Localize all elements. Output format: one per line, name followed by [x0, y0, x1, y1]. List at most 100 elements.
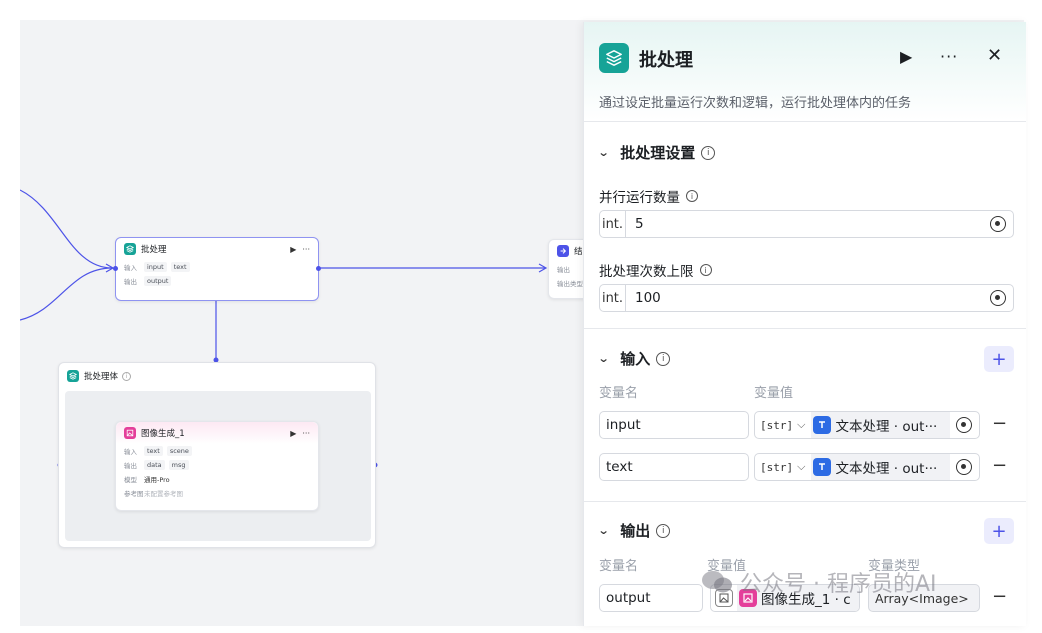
end-node-out-type-label: 输出类型 — [557, 280, 583, 288]
chevron-down-icon[interactable]: ⌄ — [598, 524, 610, 537]
outputs-section-header[interactable]: ⌄ 输出 i — [598, 520, 671, 541]
info-icon[interactable]: i — [686, 190, 698, 202]
output-var-name-field[interactable]: output — [599, 584, 703, 612]
col-var-type: 变量类型 — [868, 559, 921, 574]
parallel-count-value[interactable]: 5 — [626, 216, 990, 232]
input-chip: scene — [166, 446, 192, 456]
layers-icon — [599, 43, 629, 73]
input-var-name-field[interactable]: input — [599, 411, 749, 439]
source-ref: 图像生成_1 · c — [761, 592, 851, 608]
play-icon[interactable]: ▶ — [290, 245, 296, 254]
image-gen-node[interactable]: 图像生成_1 ▶ ··· 输入 text scene 输出 data msg 模… — [115, 421, 319, 511]
input-var-value-field[interactable]: [str] ⌵ 文本处理 · out··· — [754, 453, 980, 481]
variable-ref-icon[interactable] — [956, 417, 972, 433]
node-config-panel: 批处理 ▶ ··· ✕ 通过设定批量运行次数和逻辑，运行批处理体内的任务 ⌄ 批… — [583, 22, 1026, 626]
batch-node-header: 批处理 ▶ ··· — [116, 238, 318, 260]
col-var-name: 变量名 — [599, 386, 639, 401]
col-var-value: 变量值 — [707, 559, 747, 574]
layers-icon — [124, 243, 136, 255]
remove-input-button[interactable]: − — [992, 413, 1007, 434]
info-icon[interactable]: i — [656, 351, 671, 366]
variable-ref-icon[interactable] — [990, 216, 1006, 232]
info-icon[interactable]: i — [656, 523, 671, 538]
image-node-title: 图像生成_1 — [141, 429, 185, 439]
info-icon[interactable]: i — [122, 371, 132, 381]
end-node-out-label: 输出 — [557, 266, 570, 274]
batch-body-header: 批处理体 i — [59, 363, 375, 389]
output-chip: msg — [168, 460, 189, 470]
model-value: 通用-Pro — [144, 476, 170, 484]
parallel-count-label: 并行运行数量 i — [599, 186, 698, 206]
output-label: 输出 — [124, 462, 137, 470]
add-input-button[interactable]: + — [984, 346, 1014, 372]
remove-output-button[interactable]: − — [992, 586, 1007, 607]
more-icon[interactable]: ··· — [302, 245, 310, 254]
batch-node-title: 批处理 — [141, 245, 167, 255]
layers-icon — [67, 370, 79, 382]
inputs-section: ⌄ 输入 i + 变量名 变量值 input [str] ⌵ 文本处理 · ou… — [584, 329, 1026, 502]
output-label: 输出 — [124, 278, 137, 286]
more-icon[interactable]: ··· — [302, 429, 310, 438]
max-batch-value[interactable]: 100 — [626, 290, 990, 306]
image-node-inputs: 输入 text scene — [116, 444, 318, 458]
settings-title: 批处理设置 — [620, 144, 696, 162]
close-icon[interactable]: ✕ — [987, 45, 1002, 66]
chevron-down-icon[interactable]: ⌵ — [797, 418, 805, 432]
max-batch-input[interactable]: int. 100 — [599, 284, 1014, 312]
image-node-model: 模型 通用-Pro — [116, 472, 318, 486]
more-icon[interactable]: ··· — [940, 47, 958, 66]
end-icon — [557, 245, 569, 257]
info-icon[interactable]: i — [699, 264, 712, 276]
source-ref: 文本处理 · out··· — [835, 461, 938, 477]
type-prefix: int. — [600, 211, 626, 237]
max-batch-label: 批处理次数上限 i — [599, 260, 712, 280]
source-ref: 文本处理 · out··· — [835, 419, 938, 435]
col-var-name: 变量名 — [599, 559, 639, 574]
chevron-down-icon[interactable]: ⌵ — [797, 460, 805, 474]
max-batch-label-text: 批处理次数上限 — [599, 264, 694, 280]
inputs-title: 输入 — [620, 350, 651, 368]
output-var-type-field[interactable]: Array<Image> — [868, 584, 980, 612]
col-var-value: 变量值 — [754, 386, 794, 401]
input-chip: text — [144, 446, 163, 456]
inputs-section-header[interactable]: ⌄ 输入 i — [598, 348, 671, 369]
outputs-title: 输出 — [620, 522, 651, 540]
output-port[interactable] — [316, 266, 321, 271]
variable-ref-icon[interactable] — [990, 290, 1006, 306]
chevron-down-icon[interactable]: ⌄ — [598, 352, 610, 365]
image-icon — [124, 427, 136, 439]
add-output-button[interactable]: + — [984, 518, 1014, 544]
edge-in-bottom — [20, 267, 113, 321]
image-type-icon — [715, 589, 733, 607]
run-icon[interactable]: ▶ — [900, 47, 912, 66]
output-chip: output — [144, 276, 172, 286]
settings-section-header[interactable]: ⌄ 批处理设置 i — [598, 142, 716, 163]
batch-node[interactable]: 批处理 ▶ ··· 输入 input text 输出 output — [113, 237, 321, 301]
type-prefix: int. — [600, 285, 626, 311]
input-chip: text — [170, 262, 190, 272]
remove-input-button[interactable]: − — [992, 455, 1007, 476]
type-tag: [str] — [760, 460, 794, 474]
input-port[interactable] — [113, 266, 118, 271]
chevron-down-icon[interactable]: ⌄ — [598, 146, 610, 159]
image-gen-icon — [739, 589, 757, 607]
ref-label: 参考图 — [124, 490, 144, 498]
input-var-value-field[interactable]: [str] ⌵ 文本处理 · out··· — [754, 411, 980, 439]
panel-title: 批处理 — [639, 50, 693, 71]
batch-node-outputs: 输出 output — [116, 274, 318, 288]
edge-in-top — [20, 189, 113, 269]
parallel-count-input[interactable]: int. 5 — [599, 210, 1014, 238]
info-icon[interactable]: i — [701, 145, 716, 160]
input-label: 输入 — [124, 264, 137, 272]
variable-ref-icon[interactable] — [956, 459, 972, 475]
image-node-header: 图像生成_1 ▶ ··· — [116, 422, 318, 444]
output-var-value-field[interactable]: 图像生成_1 · c — [710, 584, 860, 612]
input-chip: input — [144, 262, 167, 272]
input-var-name-field[interactable]: text — [599, 453, 749, 481]
text-process-icon — [813, 416, 832, 434]
ref-value: 未配置参考图 — [144, 490, 183, 498]
type-tag: [str] — [760, 418, 794, 432]
play-icon[interactable]: ▶ — [290, 429, 296, 438]
settings-section: ⌄ 批处理设置 i 并行运行数量 i int. 5 批处理次数上限 i int.… — [584, 122, 1026, 329]
panel-header: 批处理 ▶ ··· ✕ 通过设定批量运行次数和逻辑，运行批处理体内的任务 — [584, 22, 1026, 122]
